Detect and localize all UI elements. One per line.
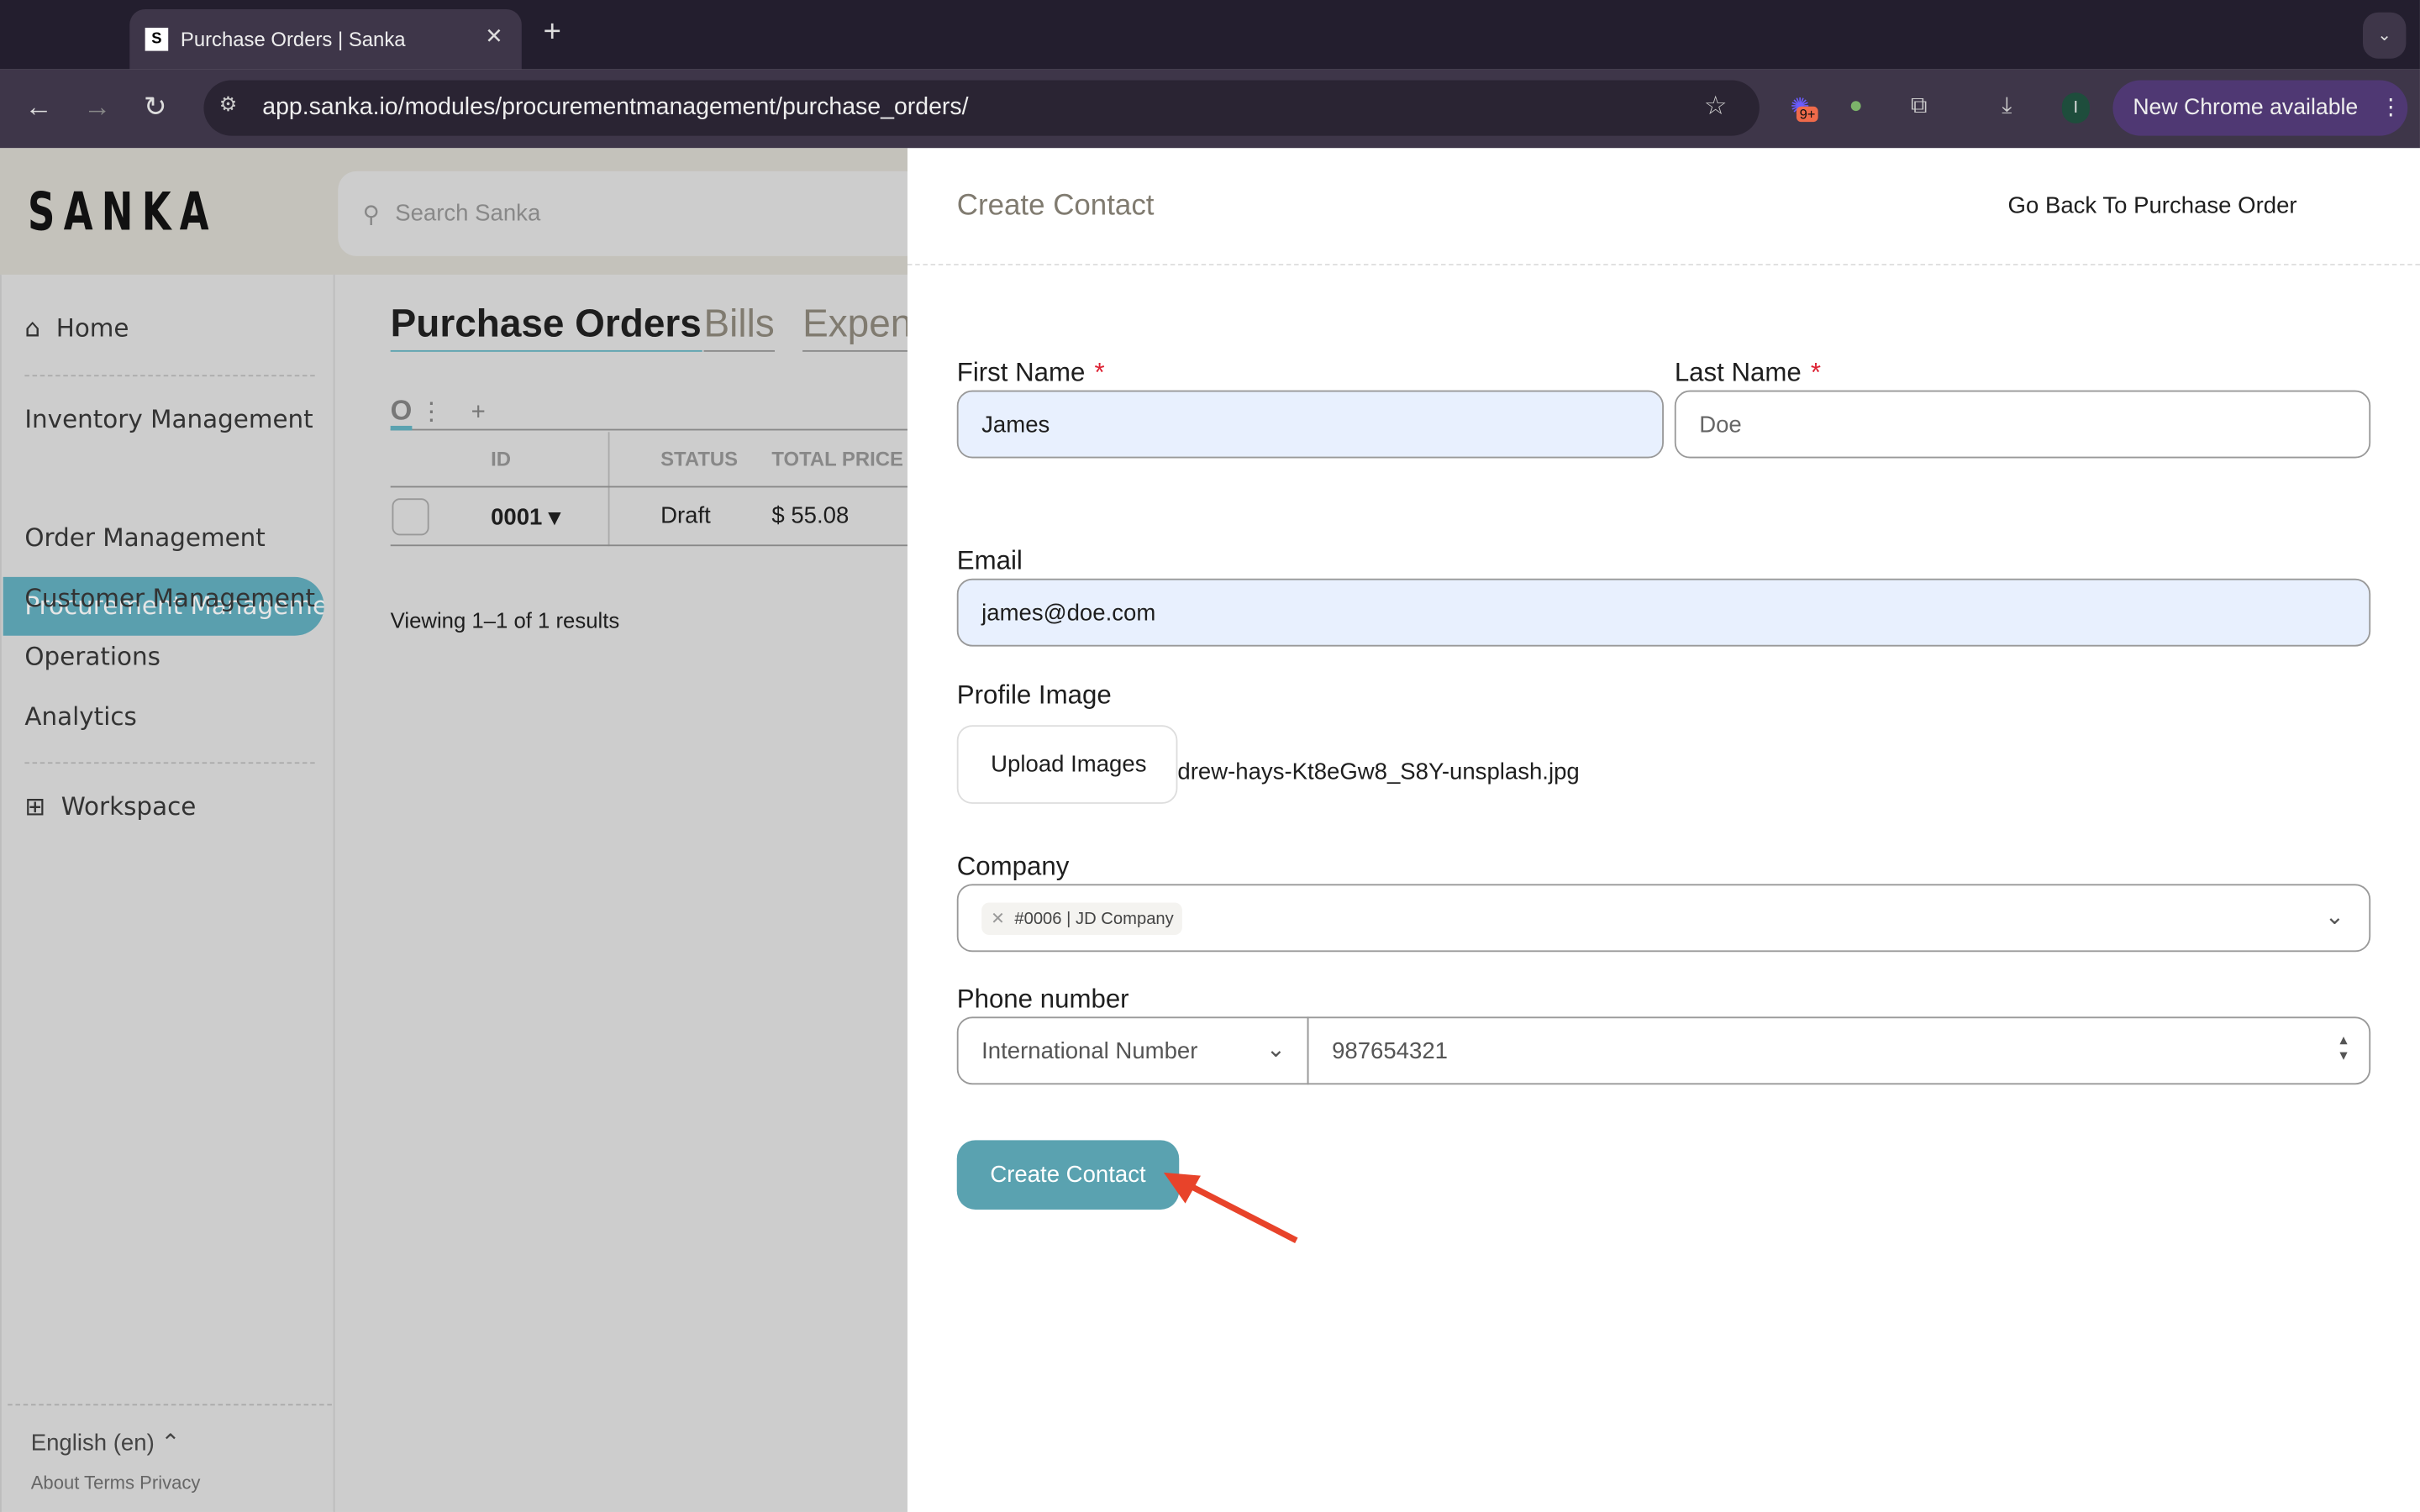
file-name: drew-hays-Kt8eGw8_S8Y-unsplash.jpg: [1177, 759, 1580, 785]
close-tab-icon[interactable]: ✕: [485, 24, 503, 50]
email-label: Email: [956, 546, 1023, 576]
sanka-logo[interactable]: SANKA: [28, 182, 218, 244]
create-contact-panel: Create Contact Go Back To Purchase Order…: [907, 148, 2420, 1512]
bookmark-star-icon[interactable]: ☆: [1704, 91, 1728, 122]
last-name-input[interactable]: Doe: [1674, 390, 2371, 459]
download-icon[interactable]: ⤓: [2002, 92, 2012, 118]
profile-avatar[interactable]: I: [2061, 92, 2090, 123]
go-back-link[interactable]: Go Back To Purchase Order: [2008, 193, 2297, 219]
header-id[interactable]: ID: [491, 448, 511, 471]
caret-down-icon[interactable]: ▾: [549, 505, 560, 531]
company-label: Company: [956, 851, 1070, 881]
profile-image-label: Profile Image: [956, 680, 1112, 710]
sidebar-item-customer[interactable]: Customer Management: [24, 583, 315, 612]
phone-type-select[interactable]: International Number ⌄: [956, 1016, 1309, 1085]
home-icon: ⌂: [24, 312, 41, 343]
home-label: Home: [55, 312, 129, 343]
view-circle-icon[interactable]: O: [390, 395, 413, 431]
sidebar-item-analytics[interactable]: Analytics: [24, 702, 136, 732]
frog-extension-icon[interactable]: ●: [1849, 92, 1863, 118]
language-label: English (en): [30, 1430, 155, 1457]
view-options-icon[interactable]: ⋮: [419, 400, 444, 426]
tab-title: Purchase Orders | Sanka: [180, 28, 406, 51]
new-tab-icon[interactable]: +: [544, 15, 561, 50]
red-arrow-annotation: [1163, 1172, 1298, 1243]
extension-icon[interactable]: ✺9+: [1791, 92, 1819, 123]
panel-title: Create Contact: [956, 189, 1155, 223]
extensions-puzzle-icon[interactable]: ⧉: [1911, 92, 1928, 118]
phone-label: Phone number: [956, 984, 1129, 1014]
language-selector[interactable]: English (en) ⌃: [31, 1429, 181, 1457]
tab-purchase-orders[interactable]: Purchase Orders: [390, 302, 702, 352]
results-count: Viewing 1–1 of 1 results: [390, 607, 620, 633]
row-status: Draft: [660, 502, 711, 529]
app-background: SANKA ⚲ Search Sanka ⌂ Home Inventory Man…: [0, 148, 908, 1512]
kebab-menu-icon[interactable]: ⋮: [2380, 96, 2402, 120]
number-spinner-icon[interactable]: ▴ ▾: [2339, 1033, 2347, 1065]
site-settings-icon[interactable]: ⚙: [219, 92, 237, 117]
new-chrome-button[interactable]: New Chrome available ⋮: [2112, 80, 2408, 136]
phone-type-value: International Number: [981, 1037, 1198, 1064]
sidebar-item-workspace[interactable]: ⊞ Workspace: [24, 791, 196, 821]
tab-bills[interactable]: Bills: [703, 302, 775, 352]
divider: [8, 1404, 332, 1406]
chevron-down-icon[interactable]: ⌄: [2325, 902, 2344, 930]
divider: [24, 375, 315, 377]
row-checkbox[interactable]: [392, 498, 429, 536]
add-view-icon[interactable]: +: [471, 400, 486, 426]
workspace-grid-icon: ⊞: [24, 791, 46, 822]
create-contact-button[interactable]: Create Contact: [956, 1140, 1180, 1210]
workspace-label: Workspace: [60, 791, 197, 822]
extension-badge: 9+: [1796, 106, 1819, 123]
sidebar-item-operations[interactable]: Operations: [24, 642, 160, 671]
chevron-up-icon: ⌃: [160, 1430, 181, 1457]
row-total: $ 55.08: [771, 502, 850, 529]
search-icon: ⚲: [362, 201, 380, 228]
chevron-down-icon: ⌄: [1265, 1037, 1286, 1063]
forward-icon[interactable]: →: [83, 91, 111, 123]
sidebar-item-order[interactable]: Order Management: [24, 523, 265, 553]
divider: [24, 762, 315, 764]
company-select[interactable]: ✕ #0006 | JD Company ⌄: [956, 884, 2371, 953]
update-label: New Chrome available: [2133, 95, 2359, 121]
company-tag: ✕ #0006 | JD Company: [981, 901, 1183, 935]
search-input[interactable]: ⚲ Search Sanka: [338, 171, 908, 256]
header-status[interactable]: STATUS: [660, 448, 738, 471]
tab-search-chevron-icon[interactable]: ⌄: [2362, 12, 2407, 59]
first-name-input[interactable]: James: [956, 390, 1664, 459]
header-total-price[interactable]: TOTAL PRICE: [771, 448, 903, 471]
favicon: S: [145, 28, 169, 51]
tab-expenses[interactable]: Expenses: [802, 302, 908, 352]
table-row[interactable]: 0001 ▾ Draft $ 55.08: [390, 486, 908, 547]
sidebar-item-inventory[interactable]: Inventory Management: [24, 404, 313, 433]
sidebar: ⌂ Home Inventory Management Procurement …: [0, 274, 335, 1512]
orders-table: ID STATUS TOTAL PRICE 0001 ▾ Draft $ 55.…: [390, 432, 908, 547]
browser-tab[interactable]: S Purchase Orders | Sanka ✕: [129, 9, 522, 70]
url-text: app.sanka.io/modules/procurementmanageme…: [262, 94, 969, 121]
phone-number-input[interactable]: 987654321 ▴ ▾: [1307, 1016, 2371, 1085]
first-name-label: First Name *: [956, 358, 1105, 388]
last-name-label: Last Name *: [1674, 358, 1821, 388]
id-value: 0001: [491, 504, 543, 531]
footer-links[interactable]: About Terms Privacy: [31, 1472, 201, 1494]
phone-value: 987654321: [1332, 1037, 1448, 1064]
search-placeholder: Search Sanka: [395, 200, 541, 227]
sidebar-item-home[interactable]: ⌂ Home: [24, 313, 129, 343]
address-bar[interactable]: ⚙ app.sanka.io/modules/procurementmanagem…: [203, 80, 1760, 136]
back-icon[interactable]: ←: [24, 91, 52, 123]
upload-images-button[interactable]: Upload Images: [956, 725, 1178, 804]
reload-icon[interactable]: ↻: [144, 91, 167, 123]
remove-tag-icon[interactable]: ✕: [991, 910, 1005, 928]
email-input[interactable]: james@doe.com: [956, 578, 2371, 647]
row-id[interactable]: 0001 ▾: [491, 503, 560, 531]
company-tag-label: #0006 | JD Company: [1014, 909, 1174, 928]
view-toolbar: O ⋮ +: [390, 395, 908, 431]
